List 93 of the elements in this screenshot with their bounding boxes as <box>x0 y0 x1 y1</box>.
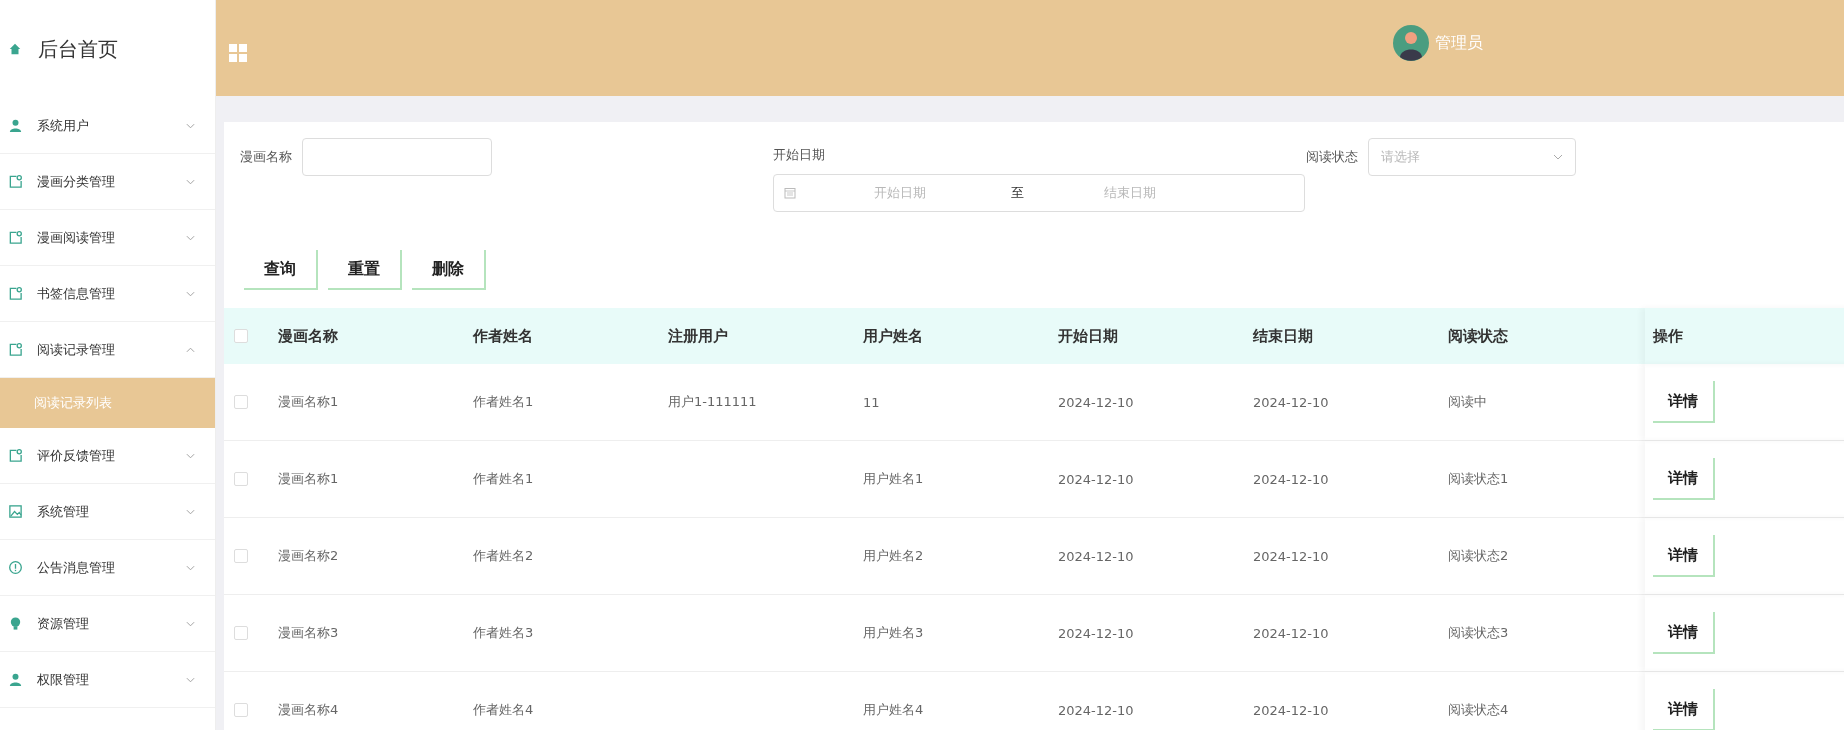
detail-button[interactable]: 详情 <box>1653 535 1715 577</box>
grid-icon[interactable] <box>228 43 248 63</box>
person-icon <box>8 118 23 133</box>
field-label: 漫画名称 <box>240 148 292 166</box>
menu-item[interactable]: 资源管理 <box>0 596 215 652</box>
table-cell: 用户1-111111 <box>668 394 757 409</box>
table-cell: 作者姓名2 <box>473 548 534 563</box>
avatar-icon[interactable] <box>1393 25 1429 61</box>
column-header: 开始日期 <box>1058 326 1119 346</box>
table-cell: 用户姓名4 <box>863 702 924 717</box>
menu-item[interactable]: 评价反馈管理 <box>0 428 215 484</box>
checkbox[interactable] <box>234 626 248 640</box>
column-header: 阅读状态 <box>1448 326 1509 346</box>
home-link[interactable]: 后台首页 <box>38 35 118 63</box>
date-range-field[interactable]: 开始日期 至 结束日期 <box>773 174 1305 212</box>
tag-icon <box>8 342 23 357</box>
calendar-icon <box>784 187 796 199</box>
chevron-down-icon <box>186 122 195 129</box>
chevron-down-icon <box>186 620 195 627</box>
menu-item[interactable]: 公告消息管理 <box>0 540 215 596</box>
table-cell: 2024-12-10 <box>1058 471 1134 487</box>
field-label: 开始日期 <box>773 146 826 164</box>
detail-button[interactable]: 详情 <box>1653 458 1715 500</box>
table-cell: 2024-12-10 <box>1253 394 1329 410</box>
column-header: 用户姓名 <box>863 326 924 346</box>
menu-item[interactable]: 系统管理 <box>0 484 215 540</box>
menu-item[interactable]: 书签信息管理 <box>0 266 215 322</box>
table-cell: 作者姓名4 <box>473 702 534 717</box>
table-cell: 2024-12-10 <box>1058 548 1134 564</box>
name-field[interactable] <box>302 138 492 176</box>
tag-icon <box>8 286 23 301</box>
column-header: 操作 <box>1645 308 1844 364</box>
table-cell: 阅读状态1 <box>1448 471 1509 486</box>
chevron-down-icon <box>186 508 195 515</box>
checkbox[interactable] <box>234 395 248 409</box>
person-icon <box>8 672 23 687</box>
table-cell: 2024-12-10 <box>1253 702 1329 718</box>
action-button[interactable]: 删除 <box>412 250 486 290</box>
detail-button[interactable]: 详情 <box>1653 381 1715 423</box>
column-header: 漫画名称 <box>278 326 339 346</box>
chevron-down-icon <box>186 290 195 297</box>
table-cell: 作者姓名1 <box>473 471 534 486</box>
table-cell: 阅读中 <box>1448 394 1487 409</box>
table-cell: 作者姓名3 <box>473 625 534 640</box>
info-icon <box>8 560 23 575</box>
table-cell: 用户姓名3 <box>863 625 924 640</box>
tag-icon <box>8 448 23 463</box>
chevron-down-icon <box>1553 154 1563 160</box>
checkbox[interactable] <box>234 329 248 343</box>
column-header: 作者姓名 <box>473 326 534 346</box>
table-cell: 漫画名称4 <box>278 702 339 717</box>
table-cell: 阅读状态4 <box>1448 702 1509 717</box>
chevron-down-icon <box>186 564 195 571</box>
table-cell: 2024-12-10 <box>1253 471 1329 487</box>
table-cell: 2024-12-10 <box>1253 625 1329 641</box>
column-header: 注册用户 <box>668 326 729 346</box>
action-button[interactable]: 查询 <box>244 250 318 290</box>
table-cell: 用户姓名2 <box>863 548 924 563</box>
table-cell: 阅读状态2 <box>1448 548 1509 563</box>
table-cell: 11 <box>863 394 880 410</box>
chevron-up-icon <box>186 346 195 353</box>
column-header: 结束日期 <box>1253 326 1314 346</box>
chevron-down-icon <box>186 676 195 683</box>
detail-button[interactable]: 详情 <box>1653 612 1715 654</box>
table-cell: 漫画名称3 <box>278 625 339 640</box>
table-cell: 作者姓名1 <box>473 394 534 409</box>
table-cell: 2024-12-10 <box>1058 625 1134 641</box>
table-cell: 阅读状态3 <box>1448 625 1509 640</box>
checkbox[interactable] <box>234 549 248 563</box>
bulb-icon <box>8 616 23 631</box>
home-icon <box>8 42 22 56</box>
table-cell: 2024-12-10 <box>1058 394 1134 410</box>
chevron-down-icon <box>186 178 195 185</box>
table-cell: 2024-12-10 <box>1058 702 1134 718</box>
menu-item[interactable]: 权限管理 <box>0 652 215 708</box>
action-button[interactable]: 重置 <box>328 250 402 290</box>
image-icon <box>8 504 23 519</box>
menu-item[interactable]: 系统用户 <box>0 98 215 154</box>
chevron-down-icon <box>186 452 195 459</box>
checkbox[interactable] <box>234 472 248 486</box>
table-cell: 漫画名称2 <box>278 548 339 563</box>
table-cell: 漫画名称1 <box>278 394 339 409</box>
checkbox[interactable] <box>234 703 248 717</box>
tag-icon <box>8 230 23 245</box>
table-cell: 2024-12-10 <box>1253 548 1329 564</box>
table-cell: 漫画名称1 <box>278 471 339 486</box>
menu-item[interactable]: 漫画分类管理 <box>0 154 215 210</box>
menu-item[interactable]: 漫画阅读管理 <box>0 210 215 266</box>
table-cell: 用户姓名1 <box>863 471 924 486</box>
detail-button[interactable]: 详情 <box>1653 689 1715 730</box>
field-label: 阅读状态 <box>1306 148 1358 166</box>
tag-icon <box>8 174 23 189</box>
chevron-down-icon <box>186 234 195 241</box>
